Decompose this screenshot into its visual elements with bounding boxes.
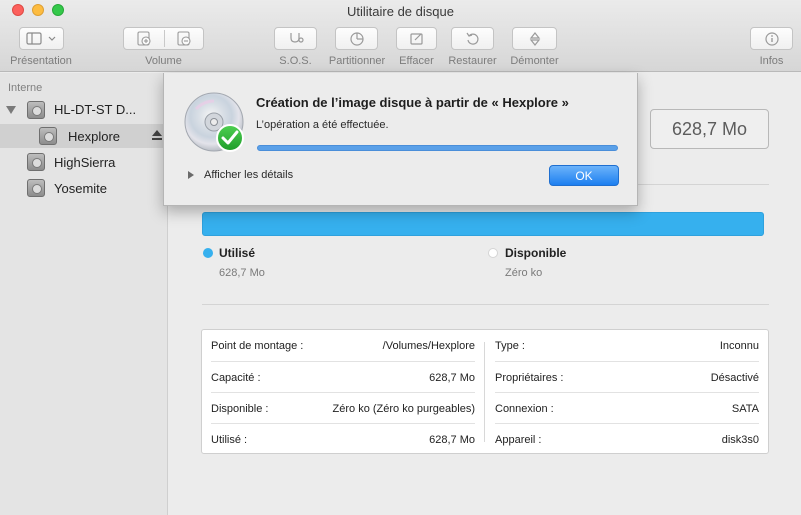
- sidebar-item-yosemite[interactable]: Yosemite: [0, 176, 168, 200]
- partition-pie-icon: [349, 31, 364, 46]
- info-key: Point de montage :: [211, 339, 304, 352]
- erase-icon: [409, 32, 423, 45]
- info-value: Inconnu: [719, 339, 759, 352]
- disclosure-triangle-icon[interactable]: [6, 106, 16, 114]
- info-table: Point de montage : /Volumes/Hexplore Cap…: [201, 329, 769, 454]
- sidebar-toggle-icon: [25, 31, 55, 45]
- sheet-message: L’opération a été effectuée.: [256, 119, 389, 131]
- info-row: Appareil : disk3s0: [495, 424, 759, 455]
- divider: [202, 304, 769, 305]
- unmount-icon: [529, 31, 540, 46]
- info-row: Utilisé : 628,7 Mo: [211, 424, 475, 455]
- info-value: /Volumes/Hexplore: [382, 339, 475, 352]
- column-divider: [484, 342, 485, 442]
- add-volume-icon: [137, 30, 151, 46]
- info-icon: [764, 31, 779, 46]
- completion-sheet: Création de l’image disque à partir de «…: [163, 73, 638, 206]
- stethoscope-icon: [289, 32, 304, 43]
- info-row: Capacité : 628,7 Mo: [211, 362, 475, 393]
- free-legend-value: Zéro ko: [505, 267, 543, 279]
- sos-label: S.O.S.: [279, 55, 312, 67]
- sidebar-section-header: Interne: [8, 82, 43, 94]
- hard-drive-icon: [39, 127, 57, 145]
- hard-drive-icon: [27, 153, 45, 171]
- info-row: Propriétaires : Désactivé: [495, 362, 759, 393]
- restore-label: Restaurer: [448, 55, 497, 67]
- unmount-label: Démonter: [510, 55, 559, 67]
- info-key: Utilisé :: [211, 433, 248, 446]
- partition-button[interactable]: [335, 27, 378, 50]
- hard-drive-icon: [27, 179, 45, 197]
- info-row: Point de montage : /Volumes/Hexplore: [211, 330, 475, 361]
- used-legend-value: 628,7 Mo: [219, 267, 265, 279]
- remove-volume-button[interactable]: [165, 28, 203, 49]
- window-title: Utilitaire de disque: [347, 4, 454, 19]
- sidebar-item-label: Yosemite: [54, 181, 107, 196]
- disk-image-success-icon: [184, 92, 244, 152]
- restore-arrow-icon: [466, 32, 479, 45]
- eject-icon[interactable]: [152, 130, 162, 140]
- free-legend-label: Disponible: [505, 246, 567, 260]
- info-value: 628,7 Mo: [429, 371, 475, 384]
- info-row: Type : Inconnu: [495, 330, 759, 361]
- free-legend-dot: [488, 248, 498, 258]
- info-column-right: Type : Inconnu Propriétaires : Désactivé…: [495, 330, 759, 455]
- ok-button[interactable]: OK: [549, 165, 619, 186]
- info-value: 628,7 Mo: [429, 433, 475, 446]
- show-details-toggle[interactable]: Afficher les détails: [204, 169, 293, 181]
- volume-segmented-control: [123, 27, 204, 50]
- disclosure-triangle-icon[interactable]: [188, 171, 194, 179]
- unmount-button[interactable]: [512, 27, 557, 50]
- info-key: Capacité :: [211, 371, 261, 384]
- info-value: SATA: [731, 402, 759, 415]
- info-column-left: Point de montage : /Volumes/Hexplore Cap…: [211, 330, 475, 455]
- used-legend-dot: [203, 248, 213, 258]
- info-value: Zéro ko (Zéro ko purgeables): [332, 402, 475, 415]
- presentation-label: Présentation: [10, 55, 72, 67]
- info-label: Infos: [759, 55, 784, 67]
- erase-button[interactable]: [396, 27, 437, 50]
- sheet-title: Création de l’image disque à partir de «…: [256, 95, 569, 110]
- info-key: Disponible :: [211, 402, 269, 415]
- hard-drive-icon: [27, 101, 45, 119]
- info-key: Connexion :: [495, 402, 554, 415]
- first-aid-button[interactable]: [274, 27, 317, 50]
- volume-label: Volume: [145, 55, 182, 67]
- sidebar-item-highsierra[interactable]: HighSierra: [0, 150, 168, 174]
- info-row: Connexion : SATA: [495, 393, 759, 424]
- used-legend-label: Utilisé: [219, 246, 256, 260]
- presentation-button[interactable]: [19, 27, 64, 50]
- info-row: Disponible : Zéro ko (Zéro ko purgeables…: [211, 393, 475, 424]
- remove-volume-icon: [177, 30, 191, 46]
- partition-label: Partitionner: [328, 55, 386, 67]
- sidebar-item-label: HL-DT-ST D...: [54, 102, 137, 117]
- add-volume-button[interactable]: [124, 28, 164, 49]
- info-button[interactable]: [750, 27, 793, 50]
- erase-label: Effacer: [399, 55, 434, 67]
- toolbar: Utilitaire de disque Présentation Volume…: [0, 0, 801, 72]
- sidebar-item-drive[interactable]: HL-DT-ST D...: [0, 98, 168, 122]
- info-value: Désactivé: [710, 371, 759, 384]
- progress-bar: [257, 145, 618, 151]
- sidebar-item-label: HighSierra: [54, 155, 116, 170]
- info-key: Type :: [495, 339, 525, 352]
- restore-button[interactable]: [451, 27, 494, 50]
- sidebar-item-hexplore[interactable]: Hexplore: [0, 124, 168, 148]
- info-key: Appareil :: [495, 433, 542, 446]
- volume-size-box: 628,7 Mo: [650, 109, 769, 149]
- info-value: disk3s0: [721, 433, 759, 446]
- usage-bar: [202, 212, 764, 236]
- info-key: Propriétaires :: [495, 371, 564, 384]
- sidebar-item-label: Hexplore: [68, 129, 121, 144]
- sidebar: Interne HL-DT-ST D... Hexplore HighSierr…: [0, 73, 168, 515]
